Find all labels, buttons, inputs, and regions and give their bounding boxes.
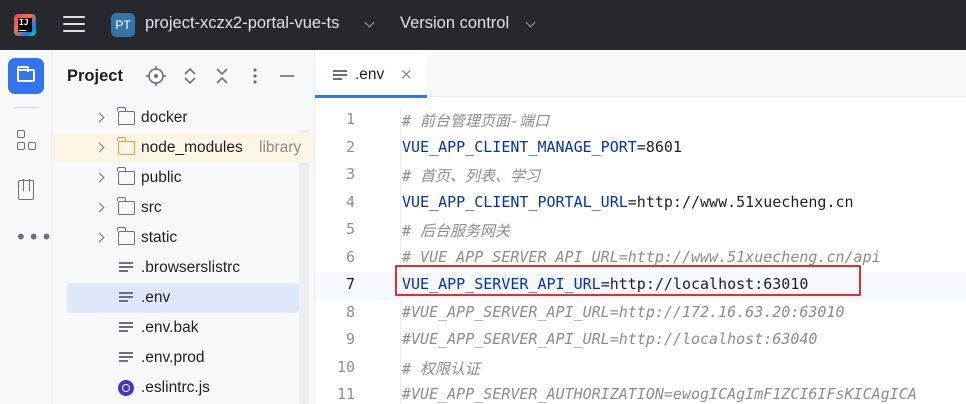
code-line[interactable]: 5 # 后台服务网关 — [315, 217, 966, 245]
jetbrains-logo-icon[interactable]: IJ — [14, 14, 36, 36]
chevron-down-icon[interactable] — [525, 17, 536, 28]
project-badge[interactable]: PT — [111, 13, 135, 37]
comment-text: #VUE_APP_SERVER_API_URL=http://localhost… — [402, 330, 818, 348]
text-file-icon — [119, 292, 133, 304]
tree-item-label: src — [141, 199, 162, 216]
close-icon[interactable]: × — [400, 65, 413, 83]
line-number: 11 — [336, 385, 355, 403]
env-value: =http://www.51xuecheng.cn — [627, 192, 854, 211]
structure-icon[interactable] — [17, 130, 37, 152]
code-line[interactable]: 11 #VUE_APP_SERVER_AUTHORIZATION=ewogICA… — [315, 382, 966, 404]
tree-item-label: node_modules — [141, 139, 243, 156]
tree-item-env-bak[interactable]: .env.bak — [52, 313, 314, 343]
tree-item-browserslistrc[interactable]: .browserslistrc — [52, 253, 314, 283]
crosshair-icon[interactable] — [146, 66, 166, 86]
title-bar: IJ PT project-xczx2-portal-vue-ts Versio… — [0, 0, 966, 50]
text-file-icon — [119, 352, 133, 364]
divider — [14, 107, 38, 108]
comment-text: # 前台管理页面-端口 — [402, 112, 550, 130]
project-tool-button[interactable] — [8, 58, 44, 94]
tree-item-static[interactable]: static — [52, 223, 314, 253]
line-number: 4 — [345, 192, 355, 211]
tool-window-strip: ••• — [0, 50, 52, 404]
tree-item-label: .browserslistrc — [141, 259, 241, 276]
eslint-icon — [118, 380, 134, 396]
comment-text: # 权限认证 — [402, 359, 481, 378]
collapse-all-icon[interactable] — [212, 66, 232, 86]
line-number: 8 — [345, 302, 355, 321]
chevron-right-icon[interactable] — [94, 112, 105, 123]
tree-item-label: .env.bak — [141, 319, 199, 336]
chevron-right-icon[interactable] — [94, 172, 105, 183]
tree-item-label: static — [141, 229, 178, 246]
line-number: 6 — [345, 247, 355, 266]
line-number: 7 — [345, 275, 355, 293]
env-key: VUE_APP_CLIENT_MANAGE_PORT — [402, 137, 637, 156]
options-icon[interactable] — [245, 66, 265, 86]
chevron-right-icon[interactable] — [94, 142, 105, 153]
line-number: 2 — [345, 137, 355, 156]
folder-icon — [17, 66, 35, 82]
code-line[interactable]: 1 # 前台管理页面-端口 — [315, 107, 966, 135]
tree-item-label: .eslintrc.js — [141, 379, 210, 396]
tree-item-env-prod[interactable]: .env.prod — [52, 343, 314, 373]
folder-icon — [117, 107, 135, 125]
code-line[interactable]: 2 VUE_APP_CLIENT_MANAGE_PORT=8601 — [315, 135, 966, 163]
folder-icon — [117, 227, 135, 245]
line-number: 9 — [345, 330, 355, 348]
code-line[interactable]: 3 # 首页、列表、学习 — [315, 162, 966, 190]
active-tab-indicator — [315, 95, 427, 98]
text-file-icon — [119, 322, 133, 334]
editor-tab-bar: .env × — [315, 50, 966, 98]
tree-item-label: docker — [141, 109, 188, 126]
comment-text: #VUE_APP_SERVER_API_URL=http://172.16.63… — [402, 302, 845, 321]
chevron-right-icon[interactable] — [94, 232, 105, 243]
tree-item-node-modules[interactable]: node_modules library — [52, 133, 314, 163]
tree-item-label: .env.prod — [141, 349, 205, 366]
tree-item-eslintrc[interactable]: .eslintrc.js — [52, 373, 314, 403]
folder-icon — [117, 197, 135, 215]
project-panel: Project docker node_modules library publ… — [52, 50, 314, 404]
tree-item-label: public — [141, 169, 182, 186]
code-line[interactable]: 10 # 权限认证 — [315, 355, 966, 383]
env-key: VUE_APP_CLIENT_PORTAL_URL — [402, 192, 628, 211]
tree-item-env[interactable]: .env — [67, 283, 299, 313]
highlight-annotation-box — [395, 265, 861, 296]
line-number: 10 — [336, 357, 355, 376]
hide-panel-icon[interactable] — [277, 66, 297, 86]
folder-icon — [117, 137, 135, 155]
chevron-right-icon[interactable] — [94, 202, 105, 213]
panel-title: Project — [67, 67, 123, 85]
tree-item-label: .env — [141, 289, 171, 306]
code-line[interactable]: 9 #VUE_APP_SERVER_API_URL=http://localho… — [315, 327, 966, 355]
bookmarks-icon[interactable] — [18, 179, 34, 200]
env-value: =8601 — [636, 137, 682, 156]
line-number: 1 — [345, 110, 355, 128]
text-file-icon — [119, 262, 133, 274]
folder-icon — [117, 167, 135, 185]
text-file-icon — [333, 70, 347, 82]
comment-text: # 首页、列表、学习 — [402, 167, 541, 185]
comment-text: #VUE_APP_SERVER_AUTHORIZATION=ewogICAgIm… — [402, 385, 917, 403]
line-number: 5 — [345, 220, 355, 238]
code-line[interactable]: 4 VUE_APP_CLIENT_PORTAL_URL=http://www.5… — [315, 190, 966, 218]
more-icon[interactable]: ••• — [15, 227, 53, 247]
comment-text: # 后台服务网关 — [402, 222, 511, 240]
project-name-dropdown[interactable]: project-xczx2-portal-vue-ts — [145, 14, 339, 33]
tree-item-public[interactable]: public — [52, 163, 314, 193]
library-tag: library — [259, 139, 302, 156]
line-number: 3 — [345, 165, 355, 183]
code-line[interactable]: 8 #VUE_APP_SERVER_API_URL=http://172.16.… — [315, 300, 966, 328]
tree-item-docker[interactable]: docker — [52, 103, 314, 133]
version-control-dropdown[interactable]: Version control — [400, 14, 509, 33]
tree-item-src[interactable]: src — [52, 193, 314, 223]
chevron-down-icon[interactable] — [364, 17, 375, 28]
editor: .env × 1 # 前台管理页面-端口 2 VUE_APP_CLIENT_MA… — [314, 50, 966, 404]
tab-label: .env — [355, 66, 385, 83]
comment-text: # VUE_APP_SERVER_API_URL=http://www.51xu… — [402, 247, 881, 266]
tab-env[interactable]: .env × — [315, 50, 427, 98]
main-menu-icon[interactable] — [63, 16, 85, 34]
expand-all-icon[interactable] — [180, 66, 200, 86]
